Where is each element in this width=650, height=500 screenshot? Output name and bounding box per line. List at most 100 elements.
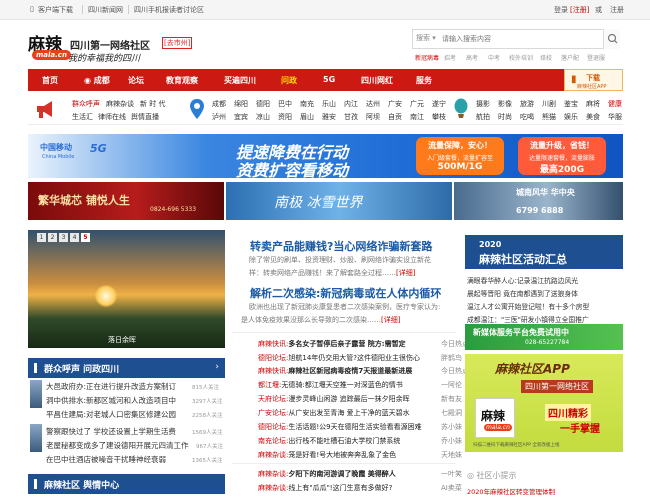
slide-dot[interactable]: 2: [48, 233, 57, 242]
news-row[interactable]: 麻辣杂谈:夕阳下的南河游调了晚霞 美得醉人 一叶笑: [258, 469, 462, 479]
news-row[interactable]: 德阳论坛:生活话题!公9天在德阳生活实验看看源困难 苏小妹: [258, 422, 462, 432]
list-item[interactable]: 警察跟快过了 学校还设置上学期生活费: [46, 426, 176, 437]
topic-link[interactable]: 影像: [498, 99, 512, 109]
slide-dot-active[interactable]: 5: [81, 233, 90, 242]
city-link[interactable]: 绵阳: [234, 99, 248, 109]
realestate-banner-a[interactable]: 繁华城芯 铺悦人生 0824-696 5333: [28, 182, 224, 220]
topic-link[interactable]: 时尚: [498, 112, 512, 122]
city-link[interactable]: 广安: [388, 99, 402, 109]
city-link[interactable]: 眉山: [300, 112, 314, 122]
cat-link[interactable]: 生活汇: [72, 112, 93, 122]
city-link[interactable]: 广元: [410, 99, 424, 109]
detail-link[interactable]: [详细]: [381, 316, 400, 324]
topic-link[interactable]: 熊猫: [542, 112, 556, 122]
city-link[interactable]: 雅安: [322, 112, 336, 122]
city-link[interactable]: 达州: [366, 99, 380, 109]
cat-link[interactable]: 律师在线: [98, 112, 126, 122]
city-link[interactable]: 南充: [300, 99, 314, 109]
search-button[interactable]: [603, 29, 620, 49]
nav-shopping[interactable]: 买遍四川: [224, 75, 256, 86]
cat-link[interactable]: 群众呼声: [72, 99, 100, 109]
news-row[interactable]: 麻辣快讯:麻辣社区新冠病毒疫情7天报道最新进展 今日热点: [258, 366, 469, 376]
keyword-link[interactable]: 落户配: [561, 53, 579, 62]
activity-item[interactable]: 温江人才公寓开始登记啦！有十多个房型: [467, 301, 589, 311]
city-link[interactable]: 泸州: [212, 112, 226, 122]
news-row[interactable]: 麻辣快讯:多名女子暂停后亲子露营 院方:需暂定 今日热点: [258, 339, 469, 349]
list-item[interactable]: 平昌住建局:对老城人口密集区修建公园: [46, 409, 176, 420]
keyword-link[interactable]: 高考: [466, 53, 478, 62]
city-link[interactable]: 巴中: [278, 99, 292, 109]
news-row[interactable]: 德阳论坛:旭航14年仍交用大管?这件德阳业主很伤心 胖鹤鸟: [258, 353, 462, 363]
list-item[interactable]: 老屋秘都变成多了建设德阳开展元四清工作: [46, 440, 189, 451]
detail-link[interactable]: [详细]: [396, 269, 415, 277]
nav-home[interactable]: 首页: [42, 75, 58, 86]
slide-dot[interactable]: 1: [37, 233, 46, 242]
news-row[interactable]: 麻辣杂谈:笼是好看!号大地被奔奔乱象了金色 天地妹: [258, 450, 462, 460]
activity-item[interactable]: 晨起等晋阳 竟在南都遇到了送狼身体: [467, 288, 578, 298]
cat-link[interactable]: 新 时 代: [140, 99, 165, 109]
keyword-link[interactable]: 新冠病毒: [415, 53, 439, 62]
news-row[interactable]: 麻辣杂谈:线上有"瓜瓜"!这门生意有多做好? AI卖菜: [258, 483, 462, 493]
list-item[interactable]: 洞中供排水:新都区城河和人改造项目中: [46, 395, 176, 406]
city-link[interactable]: 成都: [212, 99, 226, 109]
keyword-link[interactable]: 择校: [540, 53, 552, 62]
city-switch-link[interactable]: [去市州]: [162, 37, 193, 49]
topic-link[interactable]: 麻将: [586, 99, 600, 109]
nav-wenzheng[interactable]: 问政: [281, 75, 297, 86]
search-input[interactable]: [442, 30, 594, 48]
topic-link[interactable]: 鉴宝: [564, 99, 578, 109]
city-link[interactable]: 资阳: [278, 112, 292, 122]
headline-title[interactable]: 转卖产品能赚钱?当心网络诈骗新套路: [250, 238, 432, 254]
list-item[interactable]: 在巴中往酒店被噪音干扰睡神经衰弱: [46, 454, 166, 465]
topic-link[interactable]: 吃喝: [520, 112, 534, 122]
search-type-select[interactable]: 搜索 ▾: [416, 33, 436, 43]
sichuan-news-link[interactable]: 四川新闻网: [88, 5, 123, 15]
more-link[interactable]: ›: [215, 362, 219, 372]
topic-link[interactable]: 航拍: [476, 112, 490, 122]
nav-education[interactable]: 教育观察: [166, 75, 198, 86]
city-link[interactable]: 遂宁: [432, 99, 446, 109]
ice-world-banner[interactable]: 南极 冰雪世界: [226, 182, 452, 220]
app-download-button[interactable]: ▮ 下载 麻辣社区APP: [564, 69, 623, 91]
topic-link[interactable]: 健康: [608, 99, 622, 109]
city-link[interactable]: 甘孜: [344, 112, 358, 122]
city-link[interactable]: 阿坝: [366, 112, 380, 122]
realestate-banner-c[interactable]: 城南风华 华中央 6799 6888: [454, 182, 623, 220]
city-link[interactable]: 凉山: [256, 112, 270, 122]
photo-slideshow[interactable]: [28, 230, 225, 348]
client-download-link[interactable]: 客户端下载: [38, 5, 73, 15]
topic-link[interactable]: 华服: [608, 112, 622, 122]
topic-link[interactable]: 美食: [586, 112, 600, 122]
nav-chengdu[interactable]: ◉ 成都: [84, 75, 110, 86]
activity-item[interactable]: 成都温江："三医"研发小镇得立全国推广: [467, 314, 589, 324]
news-row[interactable]: 都江堰:无德骑:都江堰天空推一对深蓝色的情书 一阿伦: [258, 380, 462, 390]
slide-dot[interactable]: 4: [70, 233, 79, 242]
keyword-link[interactable]: 招考: [444, 53, 456, 62]
nav-forum[interactable]: 论坛: [128, 75, 144, 86]
app-promo-ad[interactable]: 麻辣社区APP 四川第一网络社区 麻辣 mala.cn 四川精彩 一手掌握 扫描…: [465, 354, 623, 452]
city-link[interactable]: 内江: [344, 99, 358, 109]
cat-link[interactable]: 麻辣杂谈: [106, 99, 134, 109]
keyword-link[interactable]: 登退服: [587, 53, 605, 62]
topic-link[interactable]: 摄影: [476, 99, 490, 109]
city-link[interactable]: 德阳: [256, 99, 270, 109]
topic-link[interactable]: 娱乐: [564, 112, 578, 122]
china-mobile-banner[interactable]: 中国移动 China Mobile 5G 提速降费在行动 资费扩容看移动 流量保…: [28, 134, 623, 178]
topic-link[interactable]: 川剧: [542, 99, 556, 109]
login-link[interactable]: 登录: [554, 5, 568, 15]
slide-dot[interactable]: 3: [59, 233, 68, 242]
mobile-forum-link[interactable]: 四川手机报读者讨论区: [134, 5, 204, 15]
news-row[interactable]: 天府论坛:漫步灵峰山闲游 追踪最后一抹夕阳余晖 新有友: [258, 394, 462, 404]
tip-item[interactable]: 2020年麻辣社区转变管理体制: [467, 486, 555, 496]
register-link-2[interactable]: 注册: [610, 5, 624, 15]
topic-link[interactable]: 旅游: [520, 99, 534, 109]
news-row[interactable]: 广安论坛:从广安出发至青海 爱上干净的蓝天碧水 七殿洞: [258, 408, 462, 418]
register-link[interactable]: [注册]: [570, 5, 589, 15]
nav-service[interactable]: 服务: [416, 75, 432, 86]
keyword-link[interactable]: 中考: [488, 53, 500, 62]
city-link[interactable]: 宜宾: [234, 112, 248, 122]
headline-title[interactable]: 解析二次感染:新冠病毒或在人体内循环: [250, 285, 441, 301]
nav-influencer[interactable]: 四川网红: [361, 75, 393, 86]
media-platform-ad[interactable]: 新媒体服务平台免费试用中 028-65227784: [465, 324, 623, 350]
city-link[interactable]: 南江: [410, 112, 424, 122]
